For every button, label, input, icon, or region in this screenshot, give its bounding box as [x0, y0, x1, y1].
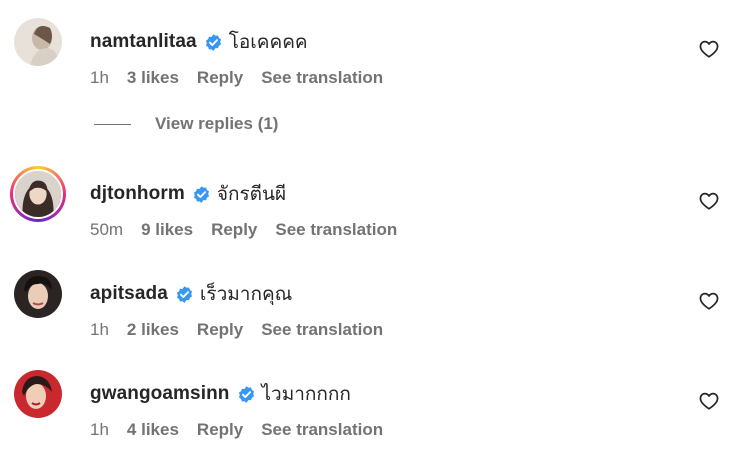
comment-header: djtonhorm จักรตีนผี	[90, 182, 286, 206]
verified-badge-icon	[204, 33, 223, 52]
comment-meta: 50m 9 likes Reply See translation	[90, 220, 397, 240]
comment-item: apitsada เร็วมากคุณ 1h 2 likes Reply See…	[0, 270, 734, 340]
avatar[interactable]	[14, 370, 62, 418]
comment-meta: 1h 3 likes Reply See translation	[90, 68, 383, 88]
likes-count[interactable]: 9 likes	[141, 220, 193, 240]
avatar[interactable]	[10, 166, 66, 222]
comment-meta: 1h 4 likes Reply See translation	[90, 420, 383, 440]
avatar-image	[14, 18, 62, 66]
verified-badge-icon	[175, 285, 194, 304]
reply-button[interactable]: Reply	[197, 420, 243, 440]
see-translation-button[interactable]: See translation	[261, 420, 383, 440]
username[interactable]: gwangoamsinn	[90, 383, 230, 405]
likes-count[interactable]: 4 likes	[127, 420, 179, 440]
verified-badge-icon	[237, 385, 256, 404]
comment-time: 1h	[90, 68, 109, 87]
comment-time: 1h	[90, 420, 109, 439]
comment-item: namtanlitaa โอเคคคค 1h 3 likes Reply See…	[0, 18, 734, 88]
heart-outline-icon[interactable]	[698, 390, 720, 412]
view-replies-button[interactable]: View replies (1)	[94, 113, 278, 135]
comment-time: 1h	[90, 320, 109, 339]
avatar[interactable]	[14, 270, 62, 318]
comment-item: djtonhorm จักรตีนผี 50m 9 likes Reply Se…	[0, 166, 734, 240]
reply-button[interactable]: Reply	[197, 320, 243, 340]
comment-header: namtanlitaa โอเคคคค	[90, 30, 308, 54]
heart-outline-icon[interactable]	[698, 38, 720, 60]
likes-count[interactable]: 2 likes	[127, 320, 179, 340]
see-translation-button[interactable]: See translation	[261, 320, 383, 340]
heart-outline-icon[interactable]	[698, 190, 720, 212]
avatar-image	[14, 370, 62, 418]
avatar[interactable]	[14, 18, 62, 66]
see-translation-button[interactable]: See translation	[275, 220, 397, 240]
comment-text: จักรตีนผี	[216, 184, 287, 205]
avatar-image	[15, 171, 61, 217]
divider-line	[94, 123, 131, 125]
view-replies-label: View replies (1)	[155, 114, 279, 133]
comment-text: เร็วมากคุณ	[199, 284, 293, 305]
avatar-image	[14, 270, 62, 318]
comment-text: ไวมากกกก	[261, 384, 351, 405]
username[interactable]: djtonhorm	[90, 183, 185, 205]
comment-time: 50m	[90, 220, 124, 239]
username[interactable]: namtanlitaa	[90, 31, 197, 53]
verified-badge-icon	[192, 185, 211, 204]
comment-header: apitsada เร็วมากคุณ	[90, 282, 292, 306]
comment-meta: 1h 2 likes Reply See translation	[90, 320, 383, 340]
comment-header: gwangoamsinn ไวมากกกก	[90, 382, 351, 406]
reply-button[interactable]: Reply	[197, 68, 243, 88]
avatar-story-ring	[13, 169, 63, 219]
reply-button[interactable]: Reply	[211, 220, 257, 240]
comment-text: โอเคคคค	[228, 32, 308, 53]
comment-item: gwangoamsinn ไวมากกกก 1h 4 likes Reply S…	[0, 370, 734, 440]
see-translation-button[interactable]: See translation	[261, 68, 383, 88]
heart-outline-icon[interactable]	[698, 290, 720, 312]
username[interactable]: apitsada	[90, 283, 168, 305]
likes-count[interactable]: 3 likes	[127, 68, 179, 88]
